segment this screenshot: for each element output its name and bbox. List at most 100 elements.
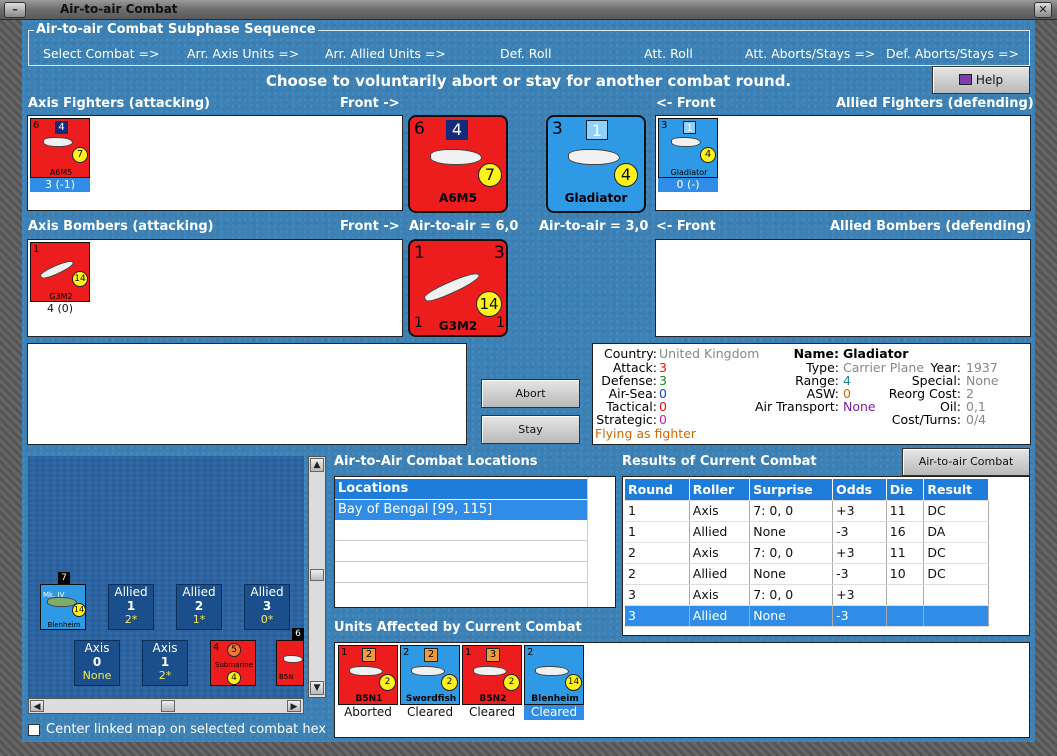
- locations-list[interactable]: Locations Bay of Bengal [99, 115]: [334, 476, 616, 608]
- counter-name: Gladiator: [670, 168, 708, 177]
- results-cell: -3: [832, 521, 887, 543]
- g3m2-big-counter[interactable]: 1 3 14 1 1 G3M2: [408, 239, 508, 337]
- list-divider: [335, 582, 587, 583]
- message-box: [27, 343, 467, 445]
- hex-number: 1: [160, 655, 170, 669]
- hex-value: 0*: [260, 613, 274, 626]
- book-icon: [958, 74, 972, 85]
- results-row[interactable]: 3 Allied None -3: [625, 605, 989, 627]
- plane-icon: [283, 655, 303, 663]
- air-transport-value: None: [843, 399, 876, 414]
- axis-bombers-box[interactable]: 1 14 G3M2 4 (0): [27, 239, 403, 337]
- strategic-value: 0: [659, 412, 667, 427]
- counter-name: G3M2: [49, 292, 73, 301]
- counter-badge: 4: [55, 121, 68, 134]
- name-label: Name:: [793, 346, 839, 361]
- affected-unit-counter[interactable]: 2 14 Blenheim: [524, 645, 584, 705]
- results-row[interactable]: 2 Axis 7: 0, 0 +3 11 DC: [625, 542, 989, 564]
- allied-fighters-box[interactable]: 3 1 4 Gladiator 0 (-): [655, 115, 1031, 211]
- center-map-checkbox[interactable]: [28, 724, 40, 736]
- map-submarine-counter[interactable]: 4 5 Submarine 4: [210, 640, 256, 686]
- gladiator-big-counter[interactable]: 3 1 4 Gladiator: [546, 115, 646, 213]
- allied-bombers-box[interactable]: [655, 239, 1031, 337]
- location-item[interactable]: Bay of Bengal [99, 115]: [335, 500, 587, 520]
- affected-unit-counter[interactable]: 2 2 2 Swordfish: [400, 645, 460, 705]
- big-attack: 3: [552, 119, 563, 139]
- results-cell: 2: [625, 563, 690, 585]
- results-cell: +3: [832, 584, 887, 606]
- map-hex-allied-3[interactable]: Allied 3 0*: [244, 584, 290, 630]
- stay-button[interactable]: Stay: [481, 415, 580, 444]
- hex-side: Allied: [114, 585, 148, 599]
- counter-attack: 3: [661, 120, 668, 131]
- map-blenheim-counter[interactable]: Mk. IV 14 Blenheim: [40, 584, 86, 630]
- map-hex-axis-1[interactable]: Axis 1 2*: [142, 640, 188, 686]
- results-cell: -3: [832, 563, 887, 585]
- map-hex-axis-0[interactable]: Axis 0 None: [74, 640, 120, 686]
- results-row[interactable]: 1 Allied None -3 16 DA: [625, 521, 989, 543]
- gladiator-counter[interactable]: 3 1 4 Gladiator: [658, 118, 718, 178]
- bomber-icon: [422, 268, 482, 306]
- subphase-sequence-label: Air-to-air Combat Subphase Sequence: [34, 22, 318, 37]
- counter-name: Swordfish: [405, 694, 457, 704]
- map-vertical-scrollbar[interactable]: ▲ ▼: [308, 456, 326, 698]
- plane-icon: [535, 666, 569, 676]
- linked-map[interactable]: Mk. IV 14 Blenheim 7 Allied 1 2* Allied …: [28, 456, 304, 714]
- affected-unit-status: Aborted: [344, 705, 392, 719]
- hex-number: 2: [194, 599, 204, 613]
- results-cell: Allied: [689, 563, 751, 585]
- big-defense: 3: [494, 243, 505, 263]
- affected-units-box[interactable]: 1 2 2 B5N1 Aborted 2 2 2 Swordfish Cleared 1 3 2 B5N2…: [334, 642, 1030, 738]
- scroll-thumb-h[interactable]: [161, 700, 175, 712]
- list-divider: [587, 477, 588, 607]
- axis-bombers-front: Front ->: [340, 219, 400, 234]
- abort-button[interactable]: Abort: [481, 379, 580, 408]
- scroll-thumb-v[interactable]: [310, 569, 324, 581]
- affected-unit-counter[interactable]: 1 2 2 B5N1: [338, 645, 398, 705]
- results-row[interactable]: 1 Axis 7: 0, 0 +3 11 DC: [625, 500, 989, 522]
- close-button[interactable]: ✕: [1034, 2, 1052, 18]
- results-cell: -3: [832, 605, 887, 627]
- scroll-left-icon[interactable]: ◀: [30, 700, 44, 712]
- results-col-odds: Odds: [832, 479, 887, 501]
- map-hex-allied-1[interactable]: Allied 1 2*: [108, 584, 154, 630]
- unit-info-panel: Country: United Kingdom Attack: 3 Defens…: [592, 343, 1031, 445]
- instruction-banner: Choose to voluntarily abort or stay for …: [265, 72, 792, 90]
- map-sub-range: 4: [227, 671, 241, 685]
- scroll-up-icon[interactable]: ▲: [310, 458, 324, 472]
- map-b5n-counter[interactable]: B5N: [276, 640, 304, 686]
- results-col-result: Result: [923, 479, 989, 501]
- big-name: G3M2: [438, 319, 478, 333]
- g3m2-counter[interactable]: 1 14 G3M2: [30, 242, 90, 302]
- results-cell: 11: [886, 542, 925, 564]
- results-row[interactable]: 3 Axis 7: 0, 0 +3: [625, 584, 989, 606]
- hex-side: Allied: [182, 585, 216, 599]
- map-horizontal-scrollbar[interactable]: ◀ ▶: [28, 698, 304, 714]
- hex-value: None: [82, 669, 112, 682]
- scroll-down-icon[interactable]: ▼: [310, 681, 324, 695]
- combat-chart-button[interactable]: Air-to-air Combat Chart: [902, 448, 1030, 494]
- counter-range: 2: [379, 674, 396, 691]
- axis-fighters-box[interactable]: 6 4 7 A6M5 3 (-1): [27, 115, 403, 211]
- help-button[interactable]: Help: [932, 66, 1030, 94]
- map-hex-allied-2[interactable]: Allied 2 1*: [176, 584, 222, 630]
- gladiator-stat: 0 (-): [658, 178, 718, 192]
- results-cell: None: [749, 521, 834, 543]
- map-sub-badge: 5: [227, 643, 241, 657]
- counter-name: B5N2: [479, 694, 507, 704]
- results-cell: DC: [923, 500, 989, 522]
- affected-unit-counter[interactable]: 1 3 2 B5N2: [462, 645, 522, 705]
- map-sub-name: Submarine: [215, 661, 253, 669]
- results-cell: 11: [886, 500, 925, 522]
- a6m5-big-counter[interactable]: 6 4 7 A6M5: [408, 115, 508, 213]
- results-table-box[interactable]: Round Roller Surprise Odds Die Result 1 Axis 7:…: [622, 476, 1030, 636]
- a6m5-counter[interactable]: 6 4 7 A6M5: [30, 118, 90, 178]
- results-cell: 1: [625, 500, 690, 522]
- counter-badge: 2: [424, 648, 438, 662]
- big-range: 14: [476, 291, 502, 317]
- scroll-right-icon[interactable]: ▶: [287, 700, 301, 712]
- results-row[interactable]: 2 Allied None -3 10 DC: [625, 563, 989, 585]
- window-menu-button[interactable]: –: [4, 2, 26, 18]
- counter-attack: 6: [33, 120, 40, 131]
- country-label: Country:: [604, 346, 657, 361]
